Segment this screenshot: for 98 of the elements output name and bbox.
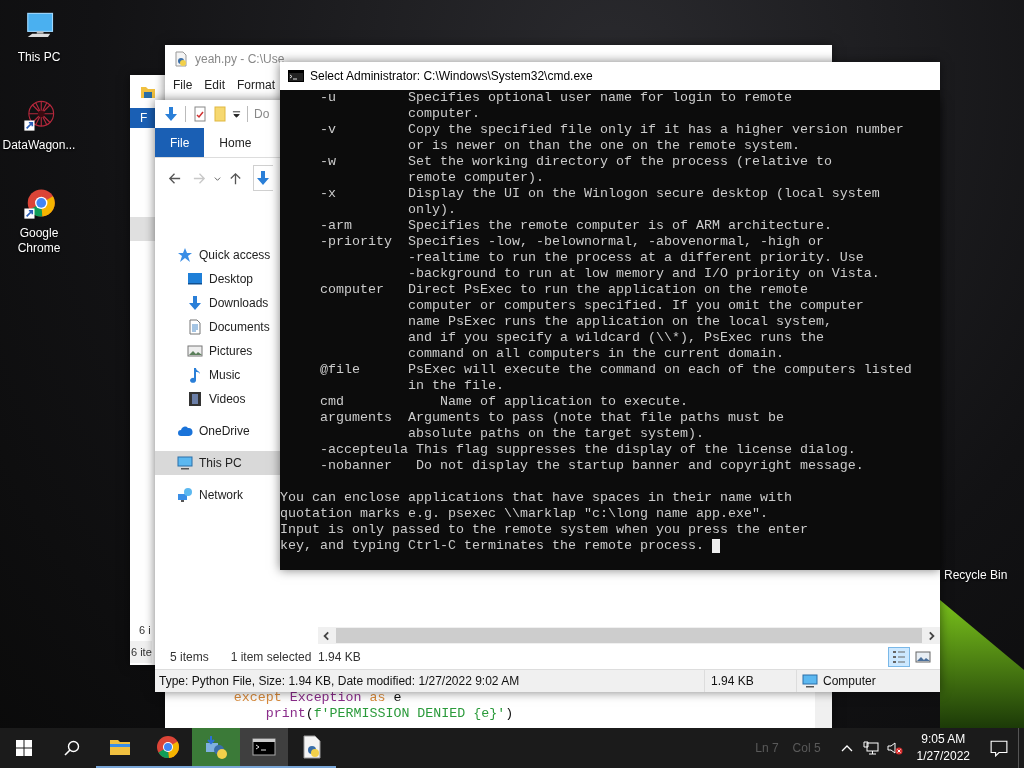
details-view-button[interactable] [888,646,910,667]
clock[interactable]: 9:05 AM 1/27/2022 [906,731,980,765]
download-arrow-icon [255,170,271,186]
notification-icon[interactable] [990,739,1008,757]
document-icon [187,319,203,335]
console-line: -accepteula This flag suppresses the display of the license dialog. [319,442,856,458]
computer-icon [802,673,818,689]
ribbon-tab[interactable]: F [130,108,156,128]
nav-item[interactable]: Quick access [155,243,280,267]
console-line: -w Set the working directory of the process (relative to [319,154,832,170]
terminal-icon [288,70,304,82]
music-note-icon [187,367,203,383]
taskbar-app-button[interactable] [240,728,288,768]
console-line: -x Display the UI on the Winlogon secure desktop (local system [319,186,880,202]
nav-item[interactable]: Pictures [155,339,280,363]
console-line: computer Direct PsExec to run the application on the remote [319,282,808,298]
desktop-icon-label[interactable]: Recycle Bin [944,568,1008,582]
console-line: @file PsExec will execute the command on each of the computers listed [319,362,912,378]
horizontal-scrollbar[interactable] [318,627,940,644]
nav-item[interactable]: Desktop [155,267,280,291]
code-line: print(f'PERMISSION DENIED {e}') [264,706,515,722]
console-line: key, and typing Ctrl-C terminates the remote process. [280,538,704,554]
menu-item[interactable]: File [167,78,199,92]
ribbon-tab[interactable]: File [155,128,205,157]
code-line: except Exception as e [232,690,403,706]
console-line: name PsExec runs the application on the local system, [406,314,832,330]
terminal-icon [252,735,276,759]
desktop-icon-label[interactable]: DataWagon... [2,138,76,153]
console-line: quotation marks e.g. psexec \\marklap "c:\long name app.exe". [280,506,768,522]
nav-item[interactable]: Downloads [155,291,280,315]
windows-logo-icon [16,740,32,756]
toolbar-text: Do [254,107,270,121]
address-bar[interactable] [253,165,273,191]
console-line: -nobanner Do not display the startup banner and copyright message. [319,458,864,474]
console-line: remote computer). [406,170,544,186]
up-arrow-icon[interactable] [228,170,243,186]
menu-item[interactable]: Edit [198,78,232,92]
desktop-icon-label[interactable]: Google Chrome [14,226,64,256]
cursor-position-text: Ln 7 [755,741,779,755]
caret-icon[interactable] [232,109,241,119]
film-icon [187,391,203,407]
star-icon [177,247,193,263]
console-line: -v Copy the specified file only if it has a higher version number [319,122,904,138]
console-line: in the file. [406,378,504,394]
nav-item[interactable]: Documents [155,315,280,339]
status-text: 6 ite [130,641,152,663]
list-icon [891,648,907,665]
nav-item[interactable]: OneDrive [155,419,280,443]
console-line: arguments Arguments to pass (note that file paths must be [319,410,784,426]
nav-item[interactable]: Videos [155,387,280,411]
location-text: Computer [823,674,876,688]
muted-speaker-icon[interactable] [886,740,903,756]
network-icon [177,487,193,503]
search-icon [64,740,80,756]
window-title: yeah.py - C:\Use [195,51,285,66]
chrome-shortcut-icon [21,186,57,222]
starburst-shortcut-icon [21,98,57,134]
console-line: computer. [406,106,480,122]
console-line: cmd Name of application to execute. [319,394,688,410]
menu-item[interactable]: Format [231,78,282,92]
window-title: Select Administrator: C:\Windows\System32\cmd.exe [310,69,593,83]
console-line: computer or computers specified. If you omit the computer [406,298,864,314]
picture-icon [187,343,203,359]
python-file-icon [300,735,324,759]
console-line: Input is only passed to the remote system when you press the enter [280,522,808,538]
console-line: You can enclose applications that have spaces in their name with [280,490,792,506]
download-arrow-icon [187,295,203,311]
console-line: -arm Specifies the remote computer is of ARM architecture. [319,218,832,234]
file-details: Type: Python File, Size: 1.94 KB, Date modified: 1/27/2022 9:02 AM [158,674,521,688]
nav-item[interactable]: This PC [155,451,280,475]
console-line: absolute paths on the target system). [406,426,704,442]
console-line: or is newer on than the one on the remote system. [406,138,800,154]
console-line: -u Specifies optional user name for login to remote [319,90,792,106]
console-line: only). [406,202,456,218]
status-text: 6 i [138,623,151,638]
chrome-icon [156,735,180,759]
desktop-icon-label[interactable]: This PC [17,50,61,65]
python-installer-icon [204,735,228,759]
vertical-scrollbar[interactable] [815,692,832,728]
ribbon-tab[interactable]: Home [204,128,267,157]
checked-document-icon[interactable] [192,106,208,122]
desktop-icon [187,271,203,287]
item-count: 5 items [170,649,209,664]
network-icon[interactable] [862,740,879,756]
nav-item[interactable]: Network [155,483,280,507]
nav-item[interactable]: Music [155,363,280,387]
picture-icon [915,648,931,665]
console-line: -realtime to run the process at a different priority. Use [406,250,864,266]
download-arrow-icon[interactable] [163,106,179,122]
cursor-position-text: Col 5 [792,741,821,755]
console-line: and if you specify a wildcard (\\*), PsExec runs the [406,330,824,346]
python-file-icon [173,50,189,67]
console-line: command on all computers in the current domain. [406,346,784,362]
console-line: -priority Specifies -low, -belownormal, -abovenormal, -high or [319,234,824,250]
selection-info: 1 item selected 1.94 KB [230,649,361,664]
file-size: 1.94 KB [704,670,796,692]
computer-icon [177,455,193,471]
console-line: -background to run at low memory and I/O priority on Vista. [406,266,880,282]
